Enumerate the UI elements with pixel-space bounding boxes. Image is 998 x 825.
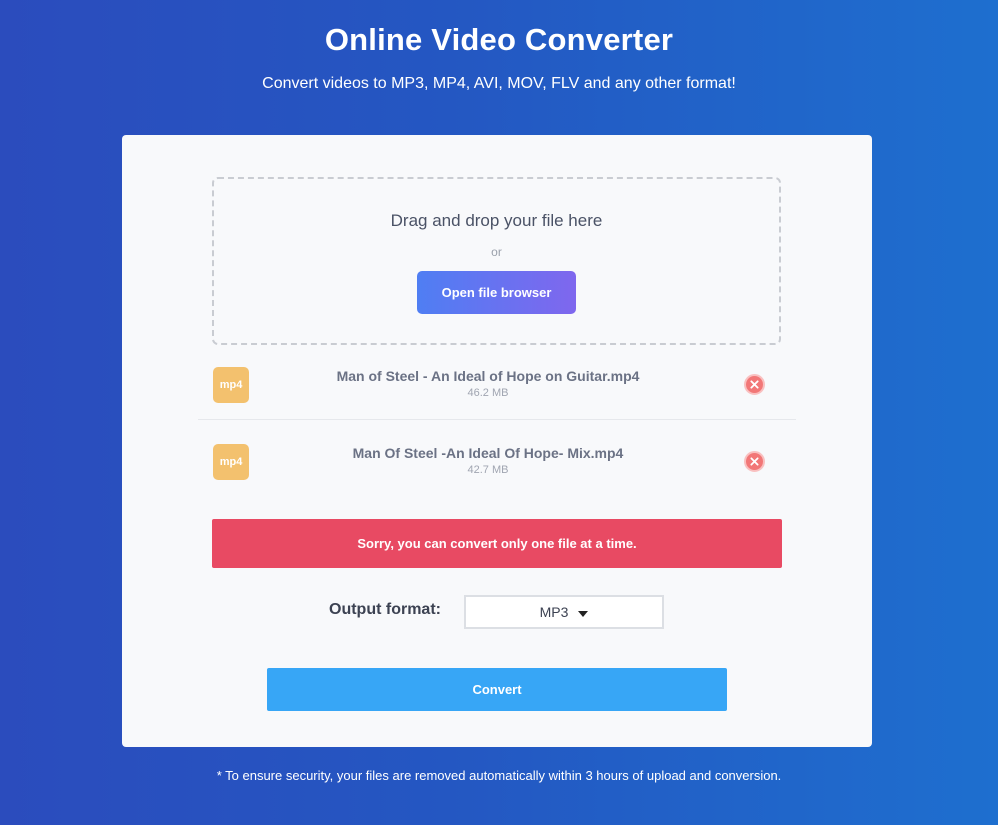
remove-file-button[interactable]: [744, 374, 765, 395]
output-format-value: MP3: [539, 604, 569, 620]
open-file-browser-button[interactable]: Open file browser: [417, 271, 576, 314]
page-title: Online Video Converter: [324, 22, 674, 57]
file-dropzone[interactable]: Drag and drop your file here or Open fil…: [212, 177, 781, 345]
error-banner: Sorry, you can convert only one file at …: [212, 519, 782, 568]
dropzone-or-separator: or: [491, 245, 502, 259]
converter-card: Drag and drop your file here or Open fil…: [122, 135, 872, 747]
file-type-badge: mp4: [213, 367, 249, 403]
close-icon: [750, 457, 759, 466]
remove-file-button[interactable]: [744, 451, 765, 472]
security-footnote: * To ensure security, your files are rem…: [216, 768, 782, 783]
close-icon: [750, 380, 759, 389]
dropzone-prompt: Drag and drop your file here: [390, 211, 603, 230]
page-subtitle: Convert videos to MP3, MP4, AVI, MOV, FL…: [262, 75, 736, 92]
file-size: 46.2 MB: [467, 387, 509, 399]
file-name: Man of Steel - An Ideal of Hope on Guita…: [336, 368, 640, 384]
file-list-item: mp4 Man of Steel - An Ideal of Hope on G…: [198, 350, 796, 420]
file-list-item: mp4 Man Of Steel -An Ideal Of Hope- Mix.…: [198, 427, 796, 497]
output-format-select[interactable]: MP3: [464, 595, 664, 629]
file-type-badge: mp4: [213, 444, 249, 480]
caret-down-icon: [578, 610, 589, 617]
file-size: 42.7 MB: [467, 464, 509, 476]
file-name: Man Of Steel -An Ideal Of Hope- Mix.mp4: [352, 445, 624, 461]
convert-button[interactable]: Convert: [267, 668, 727, 711]
output-format-label: Output format:: [329, 601, 441, 618]
